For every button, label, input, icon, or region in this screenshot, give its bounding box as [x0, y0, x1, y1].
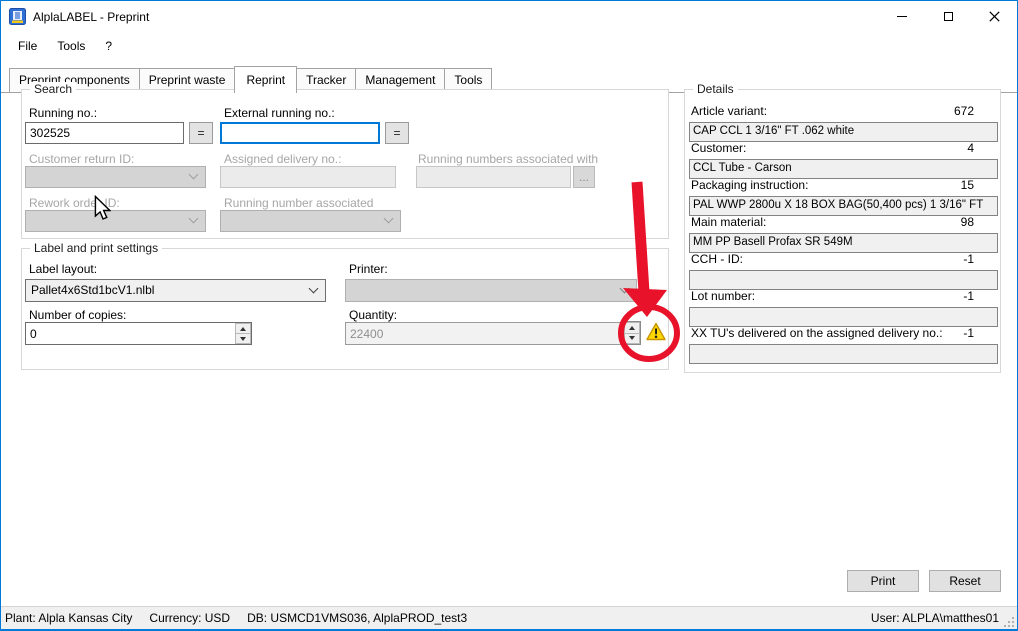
status-user: User: ALPLA\matthes01	[871, 611, 999, 625]
assigned-delivery-no-label: Assigned delivery no.:	[224, 152, 341, 166]
running-no-label: Running no.:	[29, 106, 97, 120]
main-material-label: Main material:	[691, 215, 766, 229]
customer-return-id-combo	[25, 166, 206, 188]
title-bar: AlplaLABEL - Preprint	[1, 1, 1017, 32]
details-group-caption: Details	[693, 82, 738, 96]
external-running-no-equals-button[interactable]: =	[385, 122, 409, 144]
label-layout-combo[interactable]: Pallet4x6Std1bcV1.nlbl	[25, 279, 326, 302]
status-db: DB: USMCD1VMS036, AlplaPROD_test3	[247, 611, 467, 625]
quantity-input	[345, 322, 621, 345]
down-arrow-icon	[629, 336, 635, 340]
detail-label-row: Main material: 98	[691, 215, 974, 229]
label-layout-label: Label layout:	[29, 262, 97, 276]
detail-label-row: Lot number: -1	[691, 289, 974, 303]
maximize-button[interactable]	[925, 1, 971, 32]
status-bar: Plant: Alpla Kansas City Currency: USD D…	[1, 606, 1017, 629]
menu-file[interactable]: File	[8, 35, 47, 57]
external-running-no-input[interactable]	[220, 122, 380, 144]
article-variant-label: Article variant:	[691, 104, 767, 118]
reset-button[interactable]: Reset	[929, 570, 1001, 592]
close-button[interactable]	[971, 1, 1017, 32]
customer-text: CCL Tube - Carson	[689, 159, 998, 179]
up-arrow-icon	[240, 327, 246, 331]
search-group-caption: Search	[30, 82, 76, 96]
external-running-no-label: External running no.:	[224, 106, 335, 120]
menu-bar: File Tools ?	[1, 32, 1017, 60]
running-numbers-browse-button: ...	[573, 166, 595, 188]
copies-up-button[interactable]	[235, 323, 251, 334]
cch-id-label: CCH - ID:	[691, 252, 743, 266]
customer-value: 4	[967, 141, 974, 155]
printer-label: Printer:	[349, 262, 388, 276]
detail-label-row: Packaging instruction: 15	[691, 178, 974, 192]
tus-delivered-value: -1	[963, 326, 974, 340]
number-of-copies-input[interactable]	[26, 323, 234, 344]
running-no-equals-button[interactable]: =	[189, 122, 213, 144]
minimize-icon	[897, 16, 907, 17]
menu-help[interactable]: ?	[95, 35, 122, 57]
main-material-text: MM PP Basell Profax SR 549M	[689, 233, 998, 253]
search-group: Search Running no.: = External running n…	[21, 89, 669, 239]
down-arrow-icon	[240, 337, 246, 341]
running-no-input[interactable]	[25, 122, 184, 144]
menu-tools[interactable]: Tools	[47, 35, 95, 57]
running-numbers-associated-with-label: Running numbers associated with	[418, 152, 598, 166]
status-currency: Currency: USD	[149, 611, 230, 625]
label-print-settings-caption: Label and print settings	[30, 241, 162, 255]
running-number-associated-label: Running number associated	[224, 196, 373, 210]
chevron-down-icon	[620, 283, 630, 293]
customer-return-id-label: Customer return ID:	[29, 152, 134, 166]
article-variant-text: CAP CCL 1 3/16" FT .062 white	[689, 122, 998, 142]
lot-number-label: Lot number:	[691, 289, 755, 303]
resize-grip-icon	[1004, 616, 1015, 627]
copies-down-button[interactable]	[235, 334, 251, 344]
number-of-copies-stepper[interactable]	[25, 322, 252, 345]
warning-icon	[646, 322, 666, 341]
chevron-down-icon	[384, 214, 394, 224]
print-button[interactable]: Print	[847, 570, 919, 592]
app-icon	[9, 8, 26, 25]
main-material-value: 98	[961, 215, 974, 229]
running-numbers-associated-with-input	[416, 166, 571, 188]
app-window: AlplaLABEL - Preprint File Tools ? Prepr…	[0, 0, 1018, 631]
chevron-down-icon	[309, 283, 319, 293]
packaging-instruction-value: 15	[961, 178, 974, 192]
label-layout-value: Pallet4x6Std1bcV1.nlbl	[31, 283, 154, 297]
customer-label: Customer:	[691, 141, 746, 155]
running-number-associated-combo	[220, 210, 401, 232]
detail-label-row: CCH - ID: -1	[691, 252, 974, 266]
window-title: AlplaLABEL - Preprint	[33, 10, 149, 24]
packaging-instruction-label: Packaging instruction:	[691, 178, 808, 192]
detail-label-row: Article variant: 672	[691, 104, 974, 118]
quantity-down-button[interactable]	[624, 334, 640, 345]
packaging-instruction-text: PAL WWP 2800u X 18 BOX BAG(50,400 pcs) 1…	[689, 196, 998, 216]
number-of-copies-label: Number of copies:	[29, 308, 126, 322]
cch-id-text	[689, 270, 998, 290]
rework-order-id-label: Rework order ID:	[29, 196, 120, 210]
detail-label-row: XX TU's delivered on the assigned delive…	[691, 326, 974, 340]
detail-label-row: Customer: 4	[691, 141, 974, 155]
cch-id-value: -1	[963, 252, 974, 266]
assigned-delivery-no-input	[220, 166, 396, 188]
details-group: Details Article variant: 672 CAP CCL 1 3…	[684, 89, 1001, 373]
tab-reprint[interactable]: Reprint	[234, 66, 297, 93]
maximize-icon	[944, 12, 953, 21]
status-plant: Plant: Alpla Kansas City	[5, 611, 132, 625]
up-arrow-icon	[629, 326, 635, 330]
quantity-up-button[interactable]	[624, 322, 640, 334]
close-icon	[989, 11, 1000, 22]
minimize-button[interactable]	[879, 1, 925, 32]
quantity-stepper[interactable]	[623, 321, 641, 345]
article-variant-value: 672	[954, 104, 974, 118]
lot-number-value: -1	[963, 289, 974, 303]
tus-delivered-text	[689, 344, 998, 364]
chevron-down-icon	[189, 214, 199, 224]
tus-delivered-label: XX TU's delivered on the assigned delive…	[691, 326, 943, 340]
label-print-settings-group: Label and print settings Label layout: P…	[21, 248, 669, 370]
quantity-label: Quantity:	[349, 308, 397, 322]
lot-number-text	[689, 307, 998, 327]
rework-order-id-combo	[25, 210, 206, 232]
chevron-down-icon	[189, 170, 199, 180]
printer-combo	[345, 279, 637, 302]
